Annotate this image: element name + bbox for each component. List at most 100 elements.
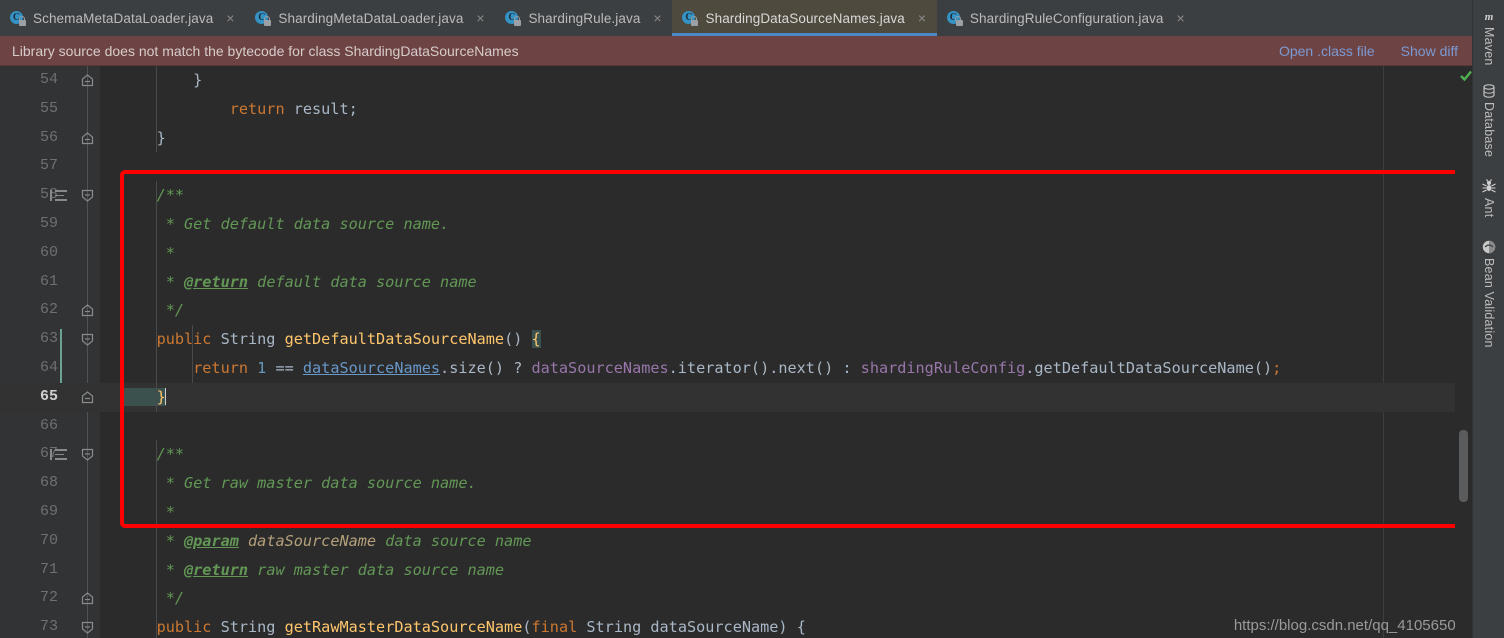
gutter-row[interactable]: 61 [0, 268, 100, 297]
code-line[interactable] [100, 412, 1472, 441]
gutter-row[interactable]: 66 [0, 412, 100, 441]
java-class-locked-icon: C [10, 10, 26, 26]
editor-tab[interactable]: C SchemaMetaDataLoader.java × [0, 0, 245, 36]
code-line-text: * @return raw master data source name [120, 556, 504, 585]
code-token: ; [1272, 359, 1282, 377]
line-number: 65 [39, 387, 58, 405]
code-token: @return [184, 560, 249, 579]
code-line-text: public String getDefaultDataSourceName()… [120, 325, 541, 354]
code-line[interactable]: * Get raw master data source name. [100, 469, 1472, 498]
editor-tab[interactable]: C ShardingDataSourceNames.java × [672, 0, 938, 36]
code-line[interactable]: * @return default data source name [100, 268, 1472, 297]
tool-window-button-bean-validation[interactable]: Bean Validation [1473, 237, 1504, 348]
editor-tab[interactable]: C ShardingRuleConfiguration.java × [937, 0, 1196, 36]
open-class-file-link[interactable]: Open .class file [1279, 43, 1375, 59]
gutter-row[interactable]: 69 [0, 498, 100, 527]
code-token: dataSourceName [238, 531, 377, 550]
code-token: return [120, 99, 294, 118]
tool-window-button-ant[interactable]: Ant [1473, 177, 1504, 217]
gutter-row[interactable]: 60 [0, 239, 100, 268]
fold-region-end-icon[interactable] [81, 592, 94, 605]
code-line[interactable]: return 1 == dataSourceNames.size() ? dat… [100, 354, 1472, 383]
tool-window-button-database[interactable]: Database [1473, 81, 1504, 157]
indent-guide [192, 325, 194, 383]
inspection-ok-check-icon [1459, 69, 1473, 83]
code-content-area[interactable]: } return result; } /** * Get default dat… [100, 66, 1472, 638]
fold-collapse-icon[interactable] [81, 621, 94, 634]
code-line[interactable]: /** [100, 181, 1472, 210]
code-token: ( [522, 618, 532, 637]
code-token: shardingRuleConfig [860, 359, 1026, 377]
tool-window-label: Bean Validation [1482, 257, 1496, 348]
javadoc-marker-icon[interactable] [50, 190, 68, 202]
code-line[interactable]: /** [100, 440, 1472, 469]
code-line[interactable]: * @return raw master data source name [100, 556, 1472, 585]
code-token: * [120, 503, 175, 521]
fold-collapse-icon[interactable] [81, 189, 94, 202]
fold-region-end-icon[interactable] [81, 304, 94, 317]
line-number: 70 [39, 531, 58, 549]
code-token: * [120, 243, 175, 262]
line-number: 66 [39, 416, 58, 434]
line-number: 60 [39, 243, 58, 261]
code-line-text: } [120, 383, 166, 412]
indent-guide [155, 440, 157, 638]
gutter-row[interactable]: 55 [0, 95, 100, 124]
close-tab-icon[interactable]: × [1175, 11, 1187, 25]
code-line-text: * @return default data source name [120, 268, 477, 297]
code-token: * [120, 272, 185, 291]
maven-icon: m [1481, 8, 1497, 24]
code-token: String [220, 618, 285, 637]
fold-region-end-icon[interactable] [81, 74, 94, 87]
line-number: 57 [39, 157, 58, 175]
code-line[interactable]: * @param dataSourceName data source name [100, 527, 1472, 556]
close-tab-icon[interactable]: × [474, 11, 486, 25]
gutter-row[interactable]: 68 [0, 469, 100, 498]
close-tab-icon[interactable]: × [224, 11, 236, 25]
code-token: dataSourceNames [531, 359, 669, 377]
code-line[interactable]: * [100, 239, 1472, 268]
code-line[interactable] [100, 152, 1472, 181]
code-line-text: * Get raw master data source name. [120, 469, 477, 498]
close-tab-icon[interactable]: × [916, 11, 928, 25]
code-line[interactable]: } [100, 124, 1472, 153]
editor-scrollbar-thumb[interactable] [1459, 430, 1468, 502]
editor-tab[interactable]: C ShardingRule.java × [495, 0, 672, 36]
show-diff-link[interactable]: Show diff [1401, 43, 1458, 59]
svg-text:m: m [1485, 11, 1494, 23]
fold-collapse-icon[interactable] [81, 333, 94, 346]
code-line[interactable]: public String getDefaultDataSourceName()… [100, 325, 1472, 354]
inspection-scrollbar-strip[interactable] [1455, 66, 1472, 638]
code-token: /** [120, 445, 185, 464]
tool-window-label: Maven [1482, 27, 1496, 66]
text-caret [164, 387, 166, 405]
code-token: public [120, 618, 221, 637]
editor-gutter[interactable]: 54 55 56 57 58 59 60 61 62 63 64 65 66 67 68 69 70 71 72 73 [0, 66, 118, 638]
fold-region-end-icon[interactable] [81, 131, 94, 145]
code-line[interactable]: * Get default data source name. [100, 210, 1472, 239]
close-tab-icon[interactable]: × [651, 11, 663, 25]
tool-window-button-maven[interactable]: m Maven [1473, 6, 1504, 66]
gutter-row[interactable]: 70 [0, 527, 100, 556]
gutter-row[interactable]: 64 [0, 354, 100, 383]
code-token: result; [293, 99, 358, 118]
code-line[interactable]: } [100, 66, 1472, 95]
code-line[interactable]: return result; [100, 95, 1472, 124]
fold-collapse-icon[interactable] [81, 448, 94, 462]
code-editor[interactable]: 54 55 56 57 58 59 60 61 62 63 64 65 66 67 68 69 70 71 72 73… [0, 66, 1472, 638]
code-line[interactable]: * [100, 498, 1472, 527]
code-line[interactable]: */ [100, 296, 1472, 325]
editor-tab[interactable]: C ShardingMetaDataLoader.java × [245, 0, 495, 36]
code-token: () [504, 330, 532, 349]
javadoc-marker-icon[interactable] [50, 449, 68, 461]
tool-window-label: Ant [1482, 197, 1496, 218]
code-line[interactable]: */ [100, 584, 1472, 613]
code-token: } [120, 71, 203, 89]
gutter-row[interactable]: 59 [0, 210, 100, 239]
code-line[interactable]: } [100, 382, 1472, 412]
fold-region-end-icon[interactable] [81, 391, 94, 404]
code-token: */ [120, 301, 185, 320]
gutter-row[interactable]: 71 [0, 556, 100, 585]
line-number: 64 [39, 359, 58, 376]
gutter-row[interactable]: 57 [0, 152, 100, 181]
